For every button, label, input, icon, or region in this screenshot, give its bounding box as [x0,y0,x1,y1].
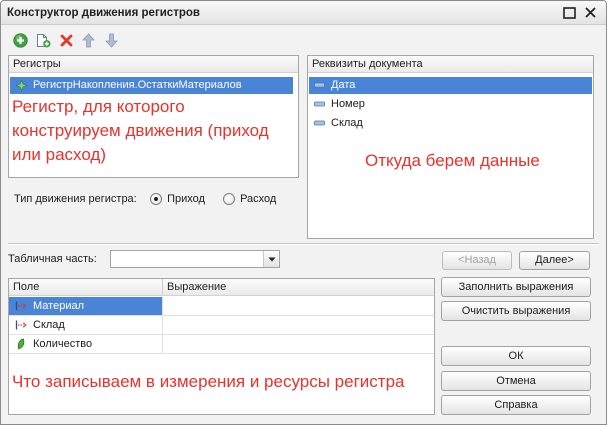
radio-circle[interactable] [150,193,162,205]
expression-cell[interactable] [163,316,434,334]
radio-circle[interactable] [223,193,235,205]
field-cell[interactable]: Материал [9,297,163,315]
radio-expense-label: Расход [240,193,277,205]
document-attributes-header: Реквизиты документа [308,56,593,73]
table-row[interactable]: Количество [9,335,434,354]
register-item-label: РегистрНакопления.ОстаткиМатериалов [33,79,242,91]
next-button[interactable]: Далее> [519,251,590,270]
radio-income[interactable]: Приход [150,193,205,206]
move-down-icon[interactable] [105,33,120,48]
dimension-icon [15,319,27,331]
radio-income-label: Приход [167,193,205,205]
registers-note: Регистр, для которого конструируем движе… [12,95,269,167]
add-icon[interactable] [13,33,28,48]
maximize-icon[interactable] [563,7,576,19]
field-name: Материал [33,300,84,312]
attribute-icon [314,82,325,88]
attribute-item-label: Дата [331,79,356,91]
attribute-item[interactable]: Номер [309,96,592,113]
table-row[interactable]: Материал [9,297,434,316]
attribute-icon [314,120,325,126]
help-button[interactable]: Справка [441,395,591,415]
document-attributes-note: Откуда берем данные [365,151,540,170]
fields-table-note: Что записываем в измерения и ресурсы рег… [12,372,405,391]
accumulation-register-icon [16,80,27,91]
column-divider[interactable] [162,279,163,295]
tabular-section-label: Табличная часть: [8,253,97,265]
column-header-expression[interactable]: Выражение [167,279,226,295]
column-header-field[interactable]: Поле [13,279,39,295]
resource-icon [16,338,26,350]
registers-note-line: конструируем движения (приход [12,121,269,140]
fields-table: Поле Выражение Материал Склад Количество… [8,278,435,415]
field-cell[interactable]: Количество [9,335,163,353]
attribute-item[interactable]: Склад [309,115,592,132]
back-button[interactable]: <Назад [442,251,512,270]
clear-expressions-button[interactable]: Очистить выражения [441,301,591,321]
field-cell[interactable]: Склад [9,316,163,334]
document-attributes-list: Реквизиты документа Дата Номер Склад Отк… [307,55,594,239]
expression-cell[interactable] [163,297,434,315]
registers-list: Регистры РегистрНакопления.ОстаткиМатери… [8,55,299,178]
registers-note-line: или расход) [12,145,107,164]
register-item[interactable]: РегистрНакопления.ОстаткиМатериалов [10,77,293,94]
registers-note-line: Регистр, для которого [12,97,185,116]
register-movement-constructor-dialog: Конструктор движения регистров Регистры … [0,0,607,425]
table-header: Поле Выражение [9,279,434,296]
attribute-icon [314,101,325,107]
radio-expense[interactable]: Расход [223,193,276,206]
movement-type-label: Тип движения регистра: [14,193,137,205]
cancel-button[interactable]: Отмена [441,371,591,391]
ok-button[interactable]: ОК [441,346,591,366]
delete-icon[interactable] [59,33,74,48]
fill-expressions-button[interactable]: Заполнить выражения [441,277,591,297]
window-title: Конструктор движения регистров [7,7,200,19]
expression-cell[interactable] [163,335,434,353]
copy-add-icon[interactable] [36,33,51,48]
attribute-item-label: Склад [331,117,363,129]
field-name: Склад [33,319,65,331]
attribute-item-label: Номер [331,98,365,110]
chevron-down-icon[interactable] [263,251,279,267]
tabular-section-select[interactable] [110,250,280,268]
close-icon[interactable] [584,6,597,19]
move-up-icon[interactable] [82,33,97,48]
table-row[interactable]: Склад [9,316,434,335]
attribute-item[interactable]: Дата [309,77,592,94]
registers-header: Регистры [9,56,298,73]
dimension-icon [15,300,27,312]
divider [8,243,599,245]
title-bar: Конструктор движения регистров [1,1,606,25]
field-name: Количество [33,338,93,350]
